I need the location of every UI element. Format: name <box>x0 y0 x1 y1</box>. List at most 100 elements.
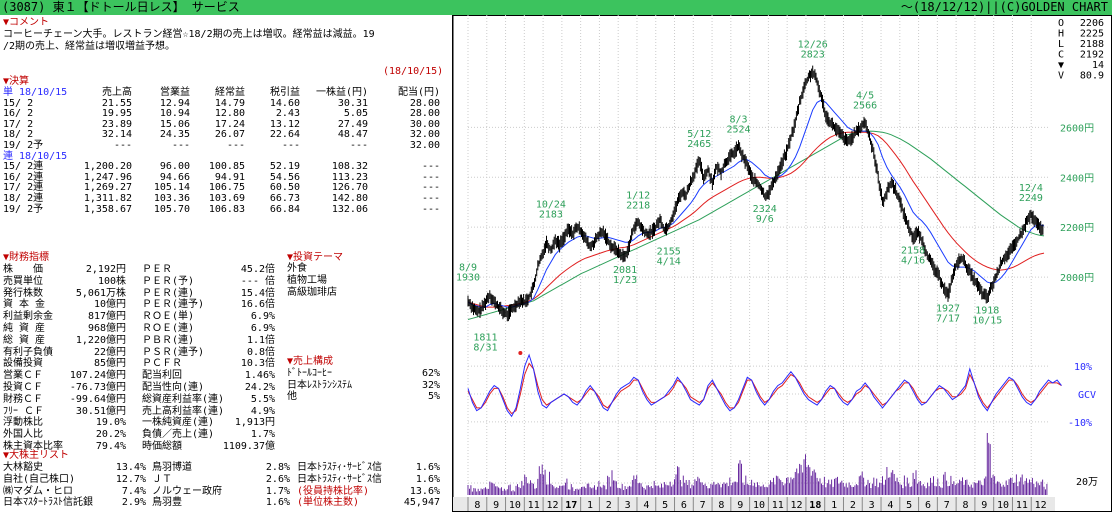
gcv-label: GCV <box>1078 390 1096 401</box>
month-label: 12 <box>1035 500 1047 511</box>
month-label: 5 <box>906 500 912 511</box>
kessan-period: 15/ 2連 <box>3 161 44 173</box>
price-annotation: 4/16 <box>901 256 925 267</box>
zaimu-label: 営業ＣＦ <box>3 370 43 382</box>
kessan-cell: 32.14 <box>101 129 132 141</box>
comment-line-1: コーヒーチェーン大手。レストラン経営☆18/2期の売上は増収。経常益は減益。19 <box>3 29 375 40</box>
zaimu-value: 16.6倍 <box>240 299 275 311</box>
zaimu-value: 10.3倍 <box>240 358 275 370</box>
zaimu-label: 売買単位 <box>3 275 43 287</box>
theme-heading: ▼投資テーマ <box>287 252 344 263</box>
kessan-cell: 15.06 <box>159 118 190 130</box>
zaimu-label: 時価総額 <box>142 441 182 452</box>
kessan-cell: 28.00 <box>409 108 440 120</box>
volume-label: 20万 <box>1076 477 1098 488</box>
ma-long-line <box>467 130 1045 320</box>
zaimu-value: 10億円 <box>93 299 126 311</box>
kessan-cell: 5.05 <box>343 108 368 120</box>
shareholder-name: 日本ﾏｽﾀｰﾄﾗｽﾄ信託銀 <box>3 497 93 509</box>
kessan-cell: 66.73 <box>269 193 300 204</box>
ohlc-label: L <box>1058 39 1064 50</box>
zaimu-label: ＰＣＦＲ <box>142 358 182 370</box>
shareholder-pct: 1.6% <box>265 497 290 509</box>
zaimu-label: 資 本 金 <box>3 299 46 311</box>
kessan-cell: 14.60 <box>269 97 300 109</box>
zaimu-label: 財務ＣＦ <box>3 393 43 405</box>
month-label: 10 <box>753 500 765 511</box>
kessan-cell: 103.36 <box>153 193 190 204</box>
price-annotation: 4/14 <box>657 256 681 267</box>
month-label: 1 <box>587 500 593 511</box>
shareholder-pct: 1.6% <box>415 462 440 473</box>
gcv-line-red <box>467 362 1062 415</box>
ohlc-value: 2206 <box>1080 18 1104 29</box>
kessan-cell: 1,358.67 <box>83 203 132 215</box>
price-chart: 2600円2400円2200円2000円O 2206H 2225L 2188C 2192… <box>452 15 1112 512</box>
kessan-cell: 17.24 <box>214 118 245 130</box>
kessan-cell: 1,247.96 <box>83 171 132 183</box>
zaimu-value: --- 倍 <box>240 275 275 287</box>
zaimu-value: 1.1倍 <box>246 334 275 346</box>
shareholder-pct: 2.9% <box>121 497 146 509</box>
kessan-cell: --- <box>349 140 368 151</box>
zaimu-label: 有利子負債 <box>3 346 53 358</box>
volume-bars <box>467 433 1048 495</box>
zaimu-value: 1.46% <box>244 370 275 382</box>
month-label: 8 <box>474 500 480 511</box>
kessan-header-cell: 営業益 <box>160 87 190 98</box>
shareholder-name: 日本ﾄﾗｽﾃｨ･ｻｰﾋﾞｽ信 <box>297 473 382 485</box>
kessan-cell: 27.49 <box>337 118 368 130</box>
gcv-label: -10% <box>1068 418 1092 429</box>
kessan-cell: 12.80 <box>214 108 245 120</box>
kessan-cell: 94.66 <box>159 171 190 183</box>
shareholder-pct: 1.6% <box>415 473 440 485</box>
shareholder-pct: 13.6% <box>409 485 440 497</box>
theme-item: 外食 <box>287 263 307 274</box>
kessan-cell: 14.79 <box>214 97 245 109</box>
month-label: 12 <box>791 500 803 511</box>
gcv-line-blue <box>467 353 1062 418</box>
ohlc-value: 2192 <box>1080 50 1104 61</box>
kessan-cell: --- <box>281 140 300 151</box>
zaimu-heading: ▼財務指標 <box>3 252 50 263</box>
zaimu-value: 4.9% <box>250 405 275 417</box>
month-label: 2 <box>850 500 856 511</box>
uriage-value: 5% <box>427 391 440 402</box>
price-annotation: 7/17 <box>936 313 960 324</box>
kessan-cell: --- <box>421 182 440 194</box>
price-annotation: 9/6 <box>756 214 774 225</box>
ohlc-label: O <box>1058 18 1064 29</box>
price-annotation: 2218 <box>626 201 650 212</box>
zaimu-value: 6.9% <box>250 323 275 334</box>
zaimu-label: 投資ＣＦ <box>3 382 43 393</box>
kessan-cell: 12.94 <box>159 97 190 109</box>
price-tick-label: 2400円 <box>1060 173 1094 184</box>
zaimu-value: 19.0% <box>95 417 126 429</box>
shareholder-name: (役員持株比率) <box>297 485 370 497</box>
kessan-cell: 32.00 <box>409 129 440 141</box>
theme-item: 植物工場 <box>287 275 327 286</box>
shareholder-name: 鳥羽豊 <box>152 497 182 509</box>
kessan-cell: 2.43 <box>275 108 300 120</box>
month-label: 8 <box>963 500 969 511</box>
zaimu-label: ＰＥＲ <box>142 264 172 275</box>
zaimu-value: 0.8倍 <box>246 346 275 358</box>
kabunushi-heading: ▼大株主リスト <box>3 450 70 461</box>
month-label: 10 <box>997 500 1009 511</box>
zaimu-label: 利益剰余金 <box>3 311 53 323</box>
price-annotation: 2566 <box>853 100 877 111</box>
shareholder-pct: 2.8% <box>265 462 290 473</box>
uriage-value: 62% <box>421 368 440 379</box>
kessan-header-cell: 一株益(円) <box>315 87 368 98</box>
price-candles <box>467 65 1044 322</box>
kessan-header-cell: 単 18/10/15 <box>3 87 68 98</box>
zaimu-label: 総 資 産 <box>3 334 46 346</box>
price-annotation: 1930 <box>456 273 480 284</box>
ohlc-value: 2188 <box>1080 39 1104 50</box>
zaimu-label: 純 資 産 <box>3 323 46 334</box>
price-annotation: 2465 <box>687 139 711 150</box>
price-tick-label: 2000円 <box>1060 273 1094 284</box>
shareholder-pct: 45,947 <box>403 497 440 509</box>
zaimu-value: 1109.37億 <box>222 441 275 452</box>
month-label: 10 <box>509 500 521 511</box>
